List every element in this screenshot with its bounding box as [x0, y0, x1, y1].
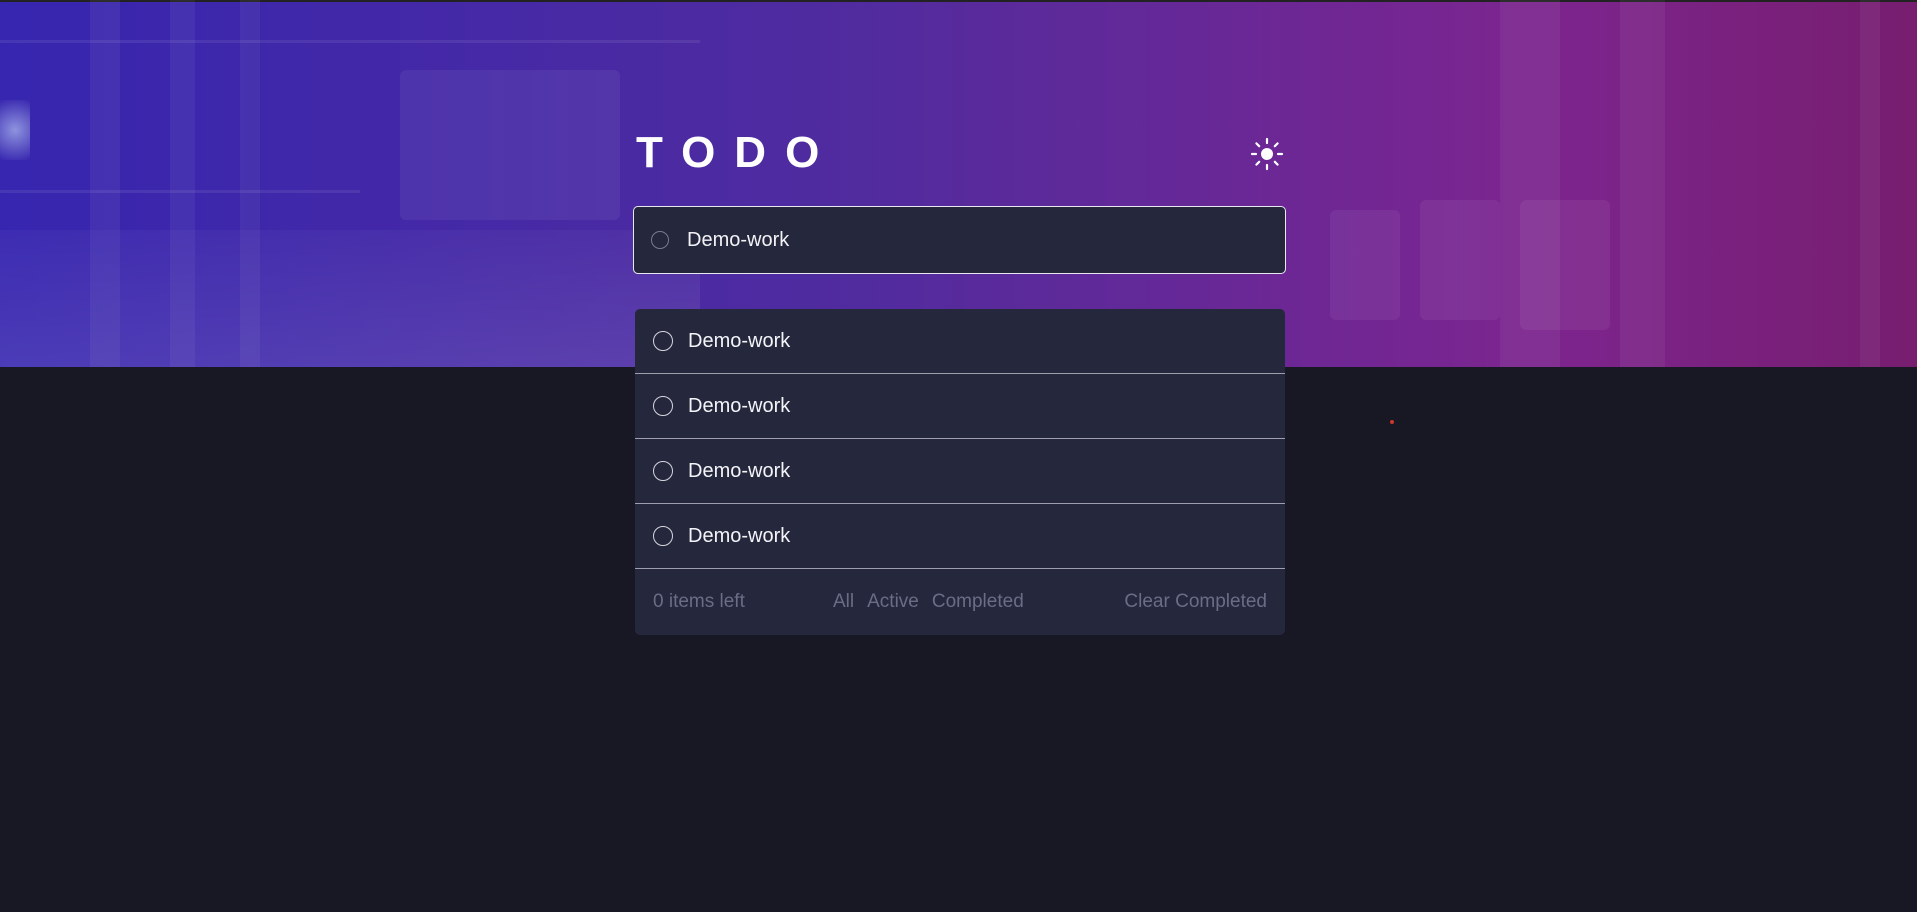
- list-footer: 0 items left All Active Completed Clear …: [635, 569, 1285, 635]
- new-todo-circle-icon: [651, 231, 669, 249]
- sun-icon: [1250, 137, 1284, 171]
- background-pillar: [1620, 0, 1665, 367]
- filter-group: All Active Completed: [833, 591, 1024, 613]
- background-pillar: [1860, 0, 1880, 367]
- filter-completed-button[interactable]: Completed: [932, 591, 1024, 613]
- background-pillar: [170, 0, 195, 367]
- todo-item[interactable]: Demo-work: [635, 439, 1285, 504]
- theme-toggle-button[interactable]: [1250, 137, 1284, 171]
- filter-all-button[interactable]: All: [833, 591, 854, 613]
- todo-checkbox[interactable]: [653, 526, 673, 546]
- todo-item[interactable]: Demo-work: [635, 374, 1285, 439]
- todo-text: Demo-work: [688, 524, 791, 547]
- todo-text: Demo-work: [688, 459, 791, 482]
- background-pillar: [240, 0, 260, 367]
- todo-checkbox[interactable]: [653, 331, 673, 351]
- background-barrel: [1330, 210, 1400, 320]
- todo-item[interactable]: Demo-work: [635, 309, 1285, 374]
- background-stripe: [0, 190, 360, 193]
- filter-active-button[interactable]: Active: [867, 591, 919, 613]
- new-todo-field[interactable]: [633, 206, 1286, 274]
- todo-checkbox[interactable]: [653, 396, 673, 416]
- new-todo-input[interactable]: [685, 227, 1249, 253]
- todo-item[interactable]: Demo-work: [635, 504, 1285, 569]
- background-barrel: [1420, 200, 1500, 320]
- background-doorway: [400, 70, 620, 220]
- stray-dot: [1390, 420, 1394, 424]
- background-stripe: [0, 40, 700, 43]
- todo-list: Demo-work Demo-work Demo-work Demo-work …: [635, 309, 1285, 635]
- todo-text: Demo-work: [688, 394, 791, 417]
- todo-text: Demo-work: [688, 329, 791, 352]
- todo-checkbox[interactable]: [653, 461, 673, 481]
- background-pillar: [90, 0, 120, 367]
- background-barrel: [1520, 200, 1610, 330]
- items-left-count: 0 items left: [653, 591, 745, 612]
- background-light: [0, 100, 30, 160]
- app-title: TODO: [636, 128, 839, 177]
- clear-completed-button[interactable]: Clear Completed: [1124, 591, 1267, 613]
